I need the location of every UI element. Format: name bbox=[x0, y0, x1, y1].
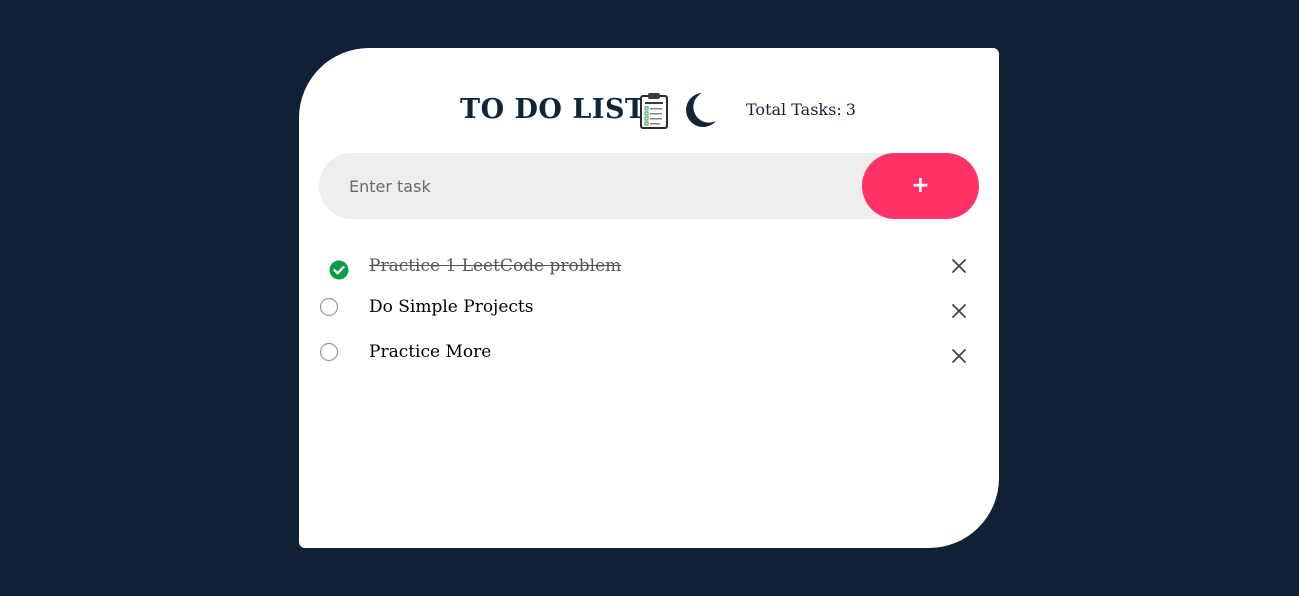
close-icon[interactable] bbox=[951, 348, 967, 364]
page-title: TO DO LIST bbox=[460, 94, 646, 125]
task-input[interactable] bbox=[319, 153, 839, 219]
close-icon[interactable] bbox=[951, 303, 967, 319]
unchecked-circle-icon[interactable] bbox=[319, 297, 339, 317]
add-task-button[interactable]: + bbox=[862, 153, 979, 219]
clipboard-checklist-icon bbox=[640, 93, 668, 129]
total-tasks-count: 3 bbox=[845, 100, 856, 119]
task-text[interactable]: Do Simple Projects bbox=[369, 297, 533, 317]
task-text[interactable]: Practice More bbox=[369, 342, 491, 362]
task-input-row: + bbox=[319, 153, 979, 219]
unchecked-circle-icon[interactable] bbox=[319, 342, 339, 362]
task-item[interactable]: Practice More bbox=[319, 336, 979, 381]
header: TO DO LIST Total Tasks: 3 bbox=[299, 90, 999, 130]
checked-circle-icon[interactable] bbox=[329, 260, 349, 280]
todo-card: TO DO LIST Total Tasks:3 + bbox=[299, 48, 999, 548]
task-text[interactable]: Practice 1 LeetCode problem bbox=[369, 256, 621, 276]
task-item[interactable]: Practice 1 LeetCode problem bbox=[319, 246, 979, 291]
task-item[interactable]: Do Simple Projects bbox=[319, 291, 979, 336]
close-icon[interactable] bbox=[951, 258, 967, 274]
task-list: Practice 1 LeetCode problem Do Simple Pr… bbox=[319, 246, 979, 381]
total-tasks: Total Tasks: 3 bbox=[746, 100, 856, 120]
moon-icon[interactable] bbox=[681, 91, 717, 129]
total-tasks-label: Total Tasks: bbox=[746, 100, 842, 119]
